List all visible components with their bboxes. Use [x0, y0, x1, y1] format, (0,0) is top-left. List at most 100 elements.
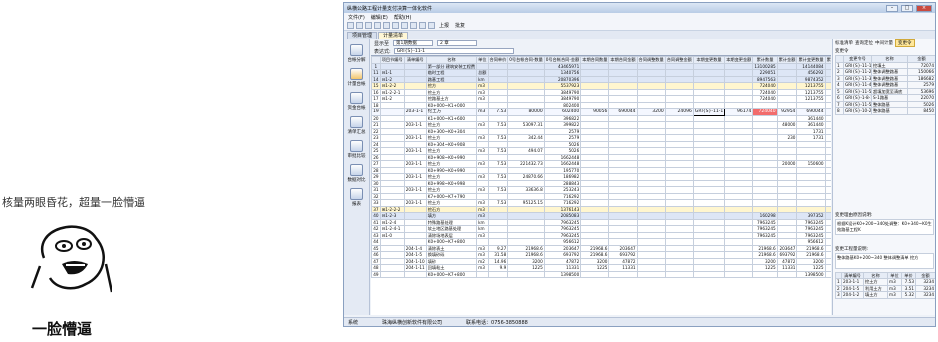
- nav-item-1[interactable]: 计量台帐: [344, 68, 369, 87]
- table-cell[interactable]: [664, 270, 694, 278]
- column-header[interactable]: 本期变更金额: [724, 56, 754, 64]
- print-icon[interactable]: [374, 22, 381, 29]
- row-number: 32: [371, 192, 381, 200]
- nav-icon: [350, 68, 363, 80]
- table-cell[interactable]: [580, 270, 610, 278]
- table-cell[interactable]: [608, 270, 638, 278]
- cut-icon[interactable]: [383, 22, 390, 29]
- column-header[interactable]: 累计金额: [776, 56, 798, 64]
- approve-button[interactable]: 批复: [453, 22, 467, 29]
- change-order-row[interactable]: 3 GRI{S}-11-3 整体调整路基 186682: [835, 74, 935, 82]
- nav-item-5[interactable]: 数据对比: [344, 164, 369, 183]
- minimize-button[interactable]: –: [886, 4, 898, 12]
- table-cell[interactable]: 204-1-11: [403, 264, 427, 272]
- table-cell[interactable]: [507, 270, 545, 278]
- column-header[interactable]: 合同调整金额: [664, 56, 694, 64]
- column-header[interactable]: 本期变更数量: [692, 56, 726, 64]
- table-row[interactable]: 19 203-1-1 挖土方 m3 7.53 80000 602400 90056 690044…: [371, 108, 831, 116]
- column-header[interactable]: 累计变更数量: [796, 56, 826, 64]
- menu-help[interactable]: 帮助(H): [394, 14, 412, 21]
- table-cell[interactable]: 8947563: [752, 75, 778, 83]
- change-order-row[interactable]: 1 GRI{S}-11-1 挖填土 72074: [835, 61, 935, 69]
- change-order-row[interactable]: 8 GRI{S}-10-2 整体路基 8450: [835, 107, 935, 115]
- table-cell[interactable]: [487, 270, 509, 278]
- meme-caption: 核量两眼昏花，超量一脸懵逼: [2, 196, 145, 209]
- table-cell[interactable]: [776, 270, 798, 278]
- table-row[interactable]: 49 K0+000~K7+800 1398500 1398500: [371, 270, 831, 278]
- open-icon[interactable]: [356, 22, 363, 29]
- table-cell[interactable]: 7963245: [752, 231, 778, 239]
- ledger-table: 项目节编号 清单编号 名称 单位 合同单价 0号台帐合同-数量 0号台帐合同-金额 本期合同数…: [371, 56, 831, 278]
- table-cell: 8: [835, 107, 844, 115]
- table-cell[interactable]: 204-1-10: [403, 257, 427, 265]
- column-header[interactable]: 合同单价: [487, 56, 509, 64]
- column-header[interactable]: 项目节编号: [379, 56, 405, 64]
- table-cell[interactable]: 7963245: [752, 218, 778, 226]
- copy-icon[interactable]: [392, 22, 399, 29]
- column-header[interactable]: 0号台帐合同-金额: [543, 56, 582, 64]
- column-header[interactable]: 本期合同金额: [608, 56, 638, 64]
- quantity-text[interactable]: 整体路基K0+200~340 整体调整清单 挖方: [835, 252, 934, 269]
- table-cell[interactable]: [476, 270, 489, 278]
- level-select[interactable]: 2 章: [437, 40, 478, 46]
- maximize-button[interactable]: □: [901, 4, 913, 12]
- table-cell[interactable]: K0+000~K7+800: [425, 270, 478, 278]
- reason-text[interactable]: 根据K设计K0+200~340处调整：K0+340~K0生效路基工程K: [835, 218, 934, 235]
- tab-measure[interactable]: 计量清单: [378, 32, 409, 39]
- table-cell[interactable]: [379, 270, 405, 278]
- column-header[interactable]: 清单编号: [403, 56, 427, 64]
- table-cell[interactable]: [752, 270, 778, 278]
- tab-project[interactable]: 项目管理: [347, 32, 378, 39]
- table-cell[interactable]: 7963245: [752, 225, 778, 233]
- table-cell[interactable]: 1398500: [543, 270, 582, 278]
- right-tab[interactable]: 标准清单: [835, 40, 853, 46]
- redo-icon[interactable]: [419, 22, 426, 29]
- paste-icon[interactable]: [401, 22, 408, 29]
- table-cell[interactable]: 203-1-1: [403, 108, 427, 116]
- new-icon[interactable]: [347, 22, 354, 29]
- save-icon[interactable]: [365, 22, 372, 29]
- period-select[interactable]: 第1期数据: [393, 40, 434, 46]
- table-row[interactable]: 46 204-1-5 换填砂砾 m3 31.58 21968.6 693792 21968.6…: [371, 251, 831, 259]
- change-order-row[interactable]: 5 GRI{S}-11-5 超填加宽至清底 53696: [835, 87, 935, 95]
- right-tab[interactable]: 中间计量: [875, 40, 893, 46]
- column-header[interactable]: 0号台帐合同-数量: [507, 56, 545, 64]
- close-button[interactable]: ×: [916, 4, 932, 12]
- table-cell[interactable]: GRI{S}-11-1: [692, 108, 726, 116]
- change-order-row[interactable]: 6 GRI{S}-1-8-1 S-1路基 22070: [835, 94, 935, 102]
- right-tab[interactable]: 变更令: [895, 39, 915, 47]
- column-header[interactable]: 合同调整数量: [636, 56, 666, 64]
- table-cell[interactable]: 总额: [476, 69, 489, 77]
- table-cell[interactable]: [824, 270, 831, 278]
- table-cell[interactable]: 13100285: [752, 62, 778, 70]
- nav-item-3[interactable]: 清单汇总: [344, 116, 369, 135]
- nav-item-2[interactable]: 资金台帐: [344, 92, 369, 111]
- undo-icon[interactable]: [410, 22, 417, 29]
- reason-label: 变更理由原因说明:: [835, 212, 873, 218]
- column-header[interactable]: 单位: [476, 56, 489, 64]
- table-cell: m3: [887, 291, 902, 299]
- main-area: 显示至 第1期数据 2 章 表达式: GRI{S}-11-1 项目节编号 清单编号…: [371, 39, 831, 315]
- table-cell[interactable]: [636, 270, 666, 278]
- upload-button[interactable]: 上报: [437, 22, 451, 29]
- table-cell[interactable]: 693792: [776, 251, 798, 259]
- menu-file[interactable]: 文件(F): [348, 14, 365, 21]
- table-cell[interactable]: 92954: [776, 108, 798, 116]
- table-cell[interactable]: [724, 270, 754, 278]
- table-row[interactable]: 45 204-1-4 清除表土 m3 9.27 21968.6 203647 21968.6 2…: [371, 244, 831, 252]
- right-tab[interactable]: 查询定位: [855, 40, 873, 46]
- menu-edit[interactable]: 编辑(E): [371, 14, 388, 21]
- table-cell[interactable]: [692, 270, 726, 278]
- formula-input[interactable]: GRI{S}-11-1: [393, 48, 514, 54]
- nav-item-4[interactable]: 审批比较: [344, 140, 369, 159]
- column-header[interactable]: 本期合同数量: [580, 56, 610, 64]
- nav-item-0[interactable]: 台帐分解: [344, 44, 369, 63]
- table-cell[interactable]: 203647: [776, 244, 798, 252]
- sub-item-row[interactable]: 3 204-1-2 填土方 m3 5.32 3234: [835, 291, 935, 299]
- table-cell[interactable]: [403, 270, 427, 278]
- table-cell[interactable]: 第一部分 建筑安装工程费: [425, 62, 478, 70]
- table-cell[interactable]: 1398500: [796, 270, 826, 278]
- nav-item-6[interactable]: 报表: [344, 188, 369, 207]
- change-order-row[interactable]: 2 GRI{S}-11-2 整体调整路基 150066: [835, 68, 935, 76]
- calc-icon[interactable]: [428, 22, 435, 29]
